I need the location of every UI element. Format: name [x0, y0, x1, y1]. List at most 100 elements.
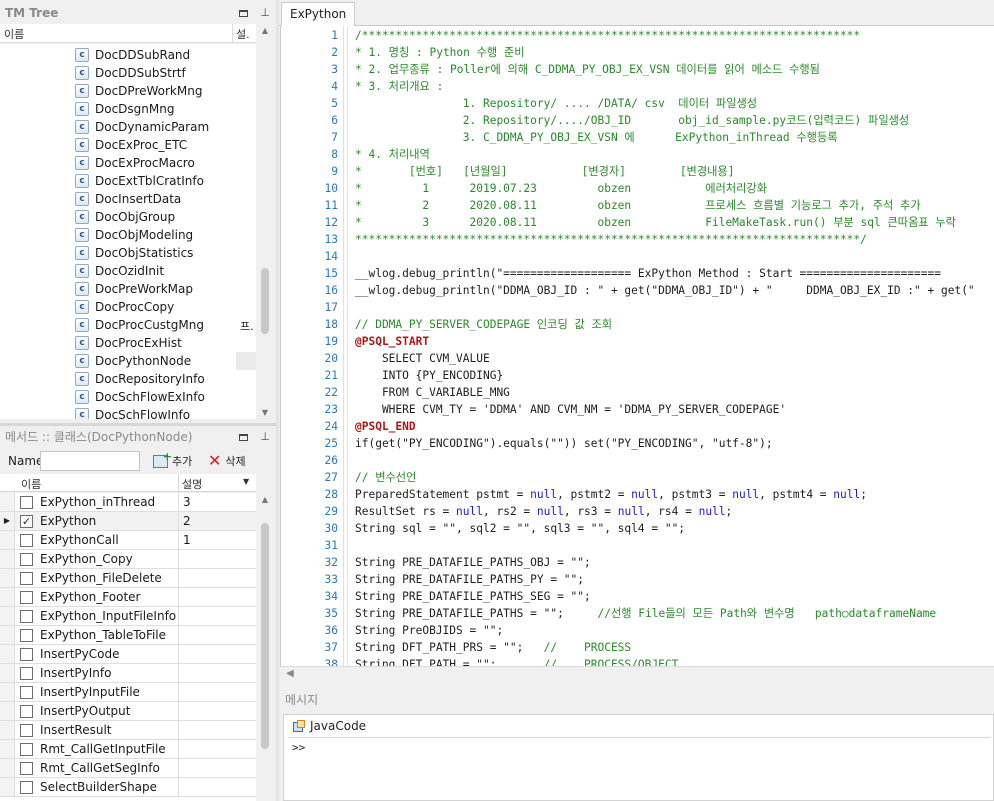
tree-item[interactable]: c DocPreWorkMap: [0, 280, 256, 298]
pin-icon[interactable]: ⊥: [260, 7, 270, 18]
code-line[interactable]: ****************************************…: [355, 231, 867, 248]
code-line[interactable]: String PRE_DATAFILE_PATHS = ""; //선행 Fil…: [355, 605, 936, 622]
code-line[interactable]: * 2. 업무종류 : Poller에 의해 C_DDMA_PY_OBJ_EX_…: [355, 61, 820, 78]
scroll-down-icon[interactable]: ▼: [257, 406, 273, 420]
code-line[interactable]: /***************************************…: [355, 27, 860, 44]
method-checkbox[interactable]: [20, 553, 33, 566]
row-header[interactable]: [0, 607, 15, 625]
restore-icon[interactable]: [239, 433, 249, 441]
row-header[interactable]: [0, 531, 15, 549]
row-header[interactable]: [0, 569, 15, 587]
row-header[interactable]: [0, 702, 15, 720]
code-line[interactable]: * 3. 처리개요 :: [355, 78, 443, 95]
tree-item[interactable]: c DocSchFlowInfo: [0, 406, 256, 419]
method-scrollbar[interactable]: ▲: [257, 493, 273, 801]
code-line[interactable]: if(get("PY_ENCODING").equals("")) set("P…: [355, 435, 773, 452]
tab-expython[interactable]: ExPython: [281, 2, 356, 26]
method-col-desc[interactable]: 설명: [182, 476, 202, 492]
method-row[interactable]: SelectBuilderShape: [0, 778, 256, 797]
method-row[interactable]: ▶ ✓ ExPython 2: [0, 512, 256, 531]
method-checkbox[interactable]: [20, 496, 33, 509]
tree-item[interactable]: c DocDDSubRand: [0, 46, 256, 64]
code-line[interactable]: String PRE_DATAFILE_PATHS_OBJ = "";: [355, 554, 591, 571]
editor-horizontal-scrollbar[interactable]: ◀: [280, 666, 994, 683]
tree-item[interactable]: c DocProcCustgMng 프.: [0, 316, 256, 334]
method-checkbox[interactable]: [20, 781, 33, 794]
row-header[interactable]: [0, 645, 15, 663]
method-checkbox[interactable]: [20, 705, 33, 718]
tree-item[interactable]: c DocOzidInit: [0, 262, 256, 280]
row-header[interactable]: [0, 588, 15, 606]
row-header[interactable]: [0, 683, 15, 701]
code-line[interactable]: * 4. 처리내역: [355, 146, 430, 163]
tree-item[interactable]: c DocInsertData: [0, 190, 256, 208]
method-row[interactable]: InsertResult: [0, 721, 256, 740]
tree-item[interactable]: c DocObjModeling: [0, 226, 256, 244]
code-line[interactable]: 1. Repository/ .... /DATA/ csv 데이터 파일생성: [355, 95, 757, 112]
tree-item[interactable]: c DocDynamicParam: [0, 118, 256, 136]
console-prompt[interactable]: >>: [292, 741, 305, 754]
method-col-separator[interactable]: [178, 474, 179, 492]
method-row[interactable]: ExPythonCall 1: [0, 531, 256, 550]
row-header[interactable]: [0, 664, 15, 682]
method-checkbox[interactable]: [20, 686, 33, 699]
tree-col-desc[interactable]: 설.: [236, 26, 250, 42]
code-line[interactable]: ResultSet rs = null, rs2 = null, rs3 = n…: [355, 503, 732, 520]
scroll-up-icon[interactable]: ▲: [257, 24, 273, 38]
code-line[interactable]: * 3 2020.08.11 obzen FileMakeTask.run() …: [355, 214, 956, 231]
row-header[interactable]: [0, 721, 15, 739]
code-line[interactable]: String DFT_PATH = ""; // PROCESS/OBJECT: [355, 656, 678, 666]
tree-item[interactable]: c DocProcCopy: [0, 298, 256, 316]
method-col-name[interactable]: 이름: [21, 476, 41, 492]
code-line[interactable]: @PSQL_END: [355, 418, 416, 435]
row-header[interactable]: [0, 778, 15, 796]
code-editor[interactable]: 1 2 3 4 5 6 7 8 9 10 11 12 13 14 15 16 17 18 19 20 21 22 23 24 2…: [280, 26, 994, 666]
method-row[interactable]: InsertPyOutput: [0, 702, 256, 721]
method-checkbox[interactable]: [20, 762, 33, 775]
restore-icon[interactable]: [239, 9, 249, 17]
method-checkbox[interactable]: [20, 610, 33, 623]
code-line[interactable]: * [번호] [년월일] [변경자] [변경내용]: [355, 163, 734, 180]
tree-item[interactable]: c DocExtTblCratInfo: [0, 172, 256, 190]
tree-col-name[interactable]: 이름: [4, 26, 24, 42]
method-row[interactable]: InsertPyInputFile: [0, 683, 256, 702]
method-row[interactable]: ExPython_TableToFile: [0, 626, 256, 645]
method-row[interactable]: InsertPyInfo: [0, 664, 256, 683]
code-line[interactable]: 2. Repository/..../OBJ_ID obj_id_sample.…: [355, 112, 909, 129]
method-checkbox[interactable]: [20, 724, 33, 737]
tree-item[interactable]: c DocExProcMacro: [0, 154, 256, 172]
tree-item[interactable]: c DocPythonNode: [0, 352, 256, 370]
code-line[interactable]: String PRE_DATAFILE_PATHS_PY = "";: [355, 571, 584, 588]
method-row[interactable]: Rmt_CallGetSegInfo: [0, 759, 256, 778]
code-line[interactable]: __wlog.debug_println("DDMA_OBJ_ID : " + …: [355, 282, 975, 299]
method-checkbox[interactable]: [20, 534, 33, 547]
code-line[interactable]: @PSQL_START: [355, 333, 429, 350]
tab-javacode[interactable]: JavaCode: [292, 719, 366, 733]
code-line[interactable]: String PreOBJIDS = "";: [355, 622, 503, 639]
method-checkbox[interactable]: [20, 648, 33, 661]
method-checkbox[interactable]: [20, 591, 33, 604]
tree-item[interactable]: c DocObjStatistics: [0, 244, 256, 262]
code-line[interactable]: * 2 2020.08.11 obzen 프로세스 흐름별 기능로그 추가, 주…: [355, 197, 921, 214]
tree-item[interactable]: c DocRepositoryInfo: [0, 370, 256, 388]
scroll-up-icon[interactable]: ▲: [257, 493, 273, 507]
scroll-left-icon[interactable]: ◀: [286, 668, 294, 679]
delete-button[interactable]: ✕ 삭제: [208, 452, 246, 470]
method-row[interactable]: Rmt_CallGetInputFile: [0, 740, 256, 759]
code-line[interactable]: String sql = "", sql2 = "", sql3 = "", s…: [355, 520, 685, 537]
add-button[interactable]: 추가: [153, 450, 192, 470]
vertical-splitter[interactable]: [276, 0, 279, 801]
method-row[interactable]: ExPython_InputFileInfo: [0, 607, 256, 626]
row-header[interactable]: [0, 740, 15, 758]
tree-col-separator[interactable]: [232, 24, 233, 42]
code-line[interactable]: 3. C_DDMA_PY_OBJ_EX_VSN 에 ExPython_inThr…: [355, 129, 838, 146]
code-line[interactable]: __wlog.debug_println("==================…: [355, 265, 941, 282]
method-checkbox[interactable]: [20, 629, 33, 642]
tree-scrollbar[interactable]: ▲ ▼: [257, 24, 273, 420]
code-line[interactable]: PreparedStatement pstmt = null, pstmt2 =…: [355, 486, 867, 503]
code-line[interactable]: String PRE_DATAFILE_PATHS_SEG = "";: [355, 588, 591, 605]
method-row[interactable]: ExPython_FileDelete: [0, 569, 256, 588]
method-row[interactable]: ExPython_Footer: [0, 588, 256, 607]
row-header[interactable]: [0, 759, 15, 777]
code-line[interactable]: // 변수선언: [355, 469, 416, 486]
